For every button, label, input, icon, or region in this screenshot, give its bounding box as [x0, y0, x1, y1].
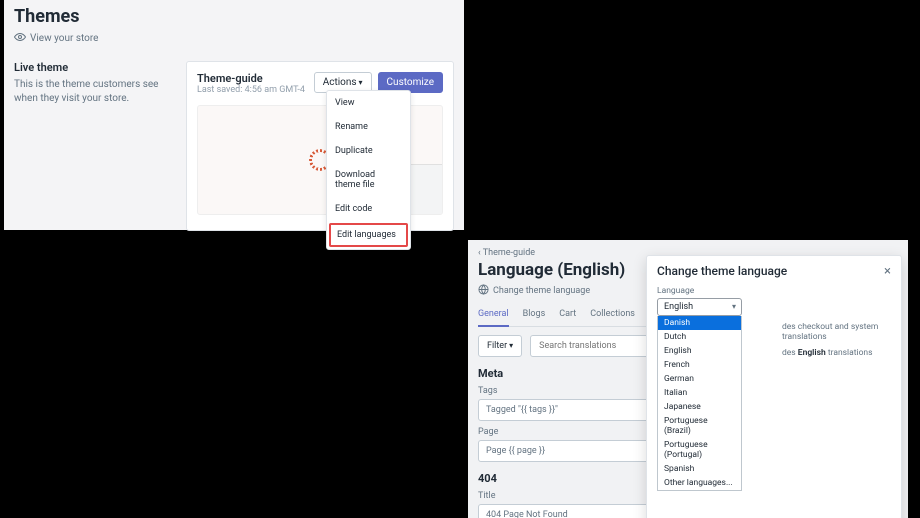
option-english[interactable]: English [658, 344, 741, 358]
theme-name: Theme-guide [197, 72, 305, 85]
language-select[interactable]: English [657, 298, 742, 316]
change-theme-language-label: Change theme language [493, 286, 590, 296]
modal-title: Change theme language [657, 264, 787, 278]
globe-icon [478, 284, 489, 298]
option-pt-br[interactable]: Portuguese (Brazil) [658, 414, 741, 438]
menu-edit-languages[interactable]: Edit languages [329, 223, 408, 247]
option-other[interactable]: Other languages... [658, 476, 741, 490]
menu-view[interactable]: View [327, 91, 410, 115]
eye-icon [14, 31, 26, 46]
view-store-label: View your store [30, 33, 98, 44]
menu-duplicate[interactable]: Duplicate [327, 139, 410, 163]
option-french[interactable]: French [658, 358, 741, 372]
menu-rename[interactable]: Rename [327, 115, 410, 139]
theme-meta: Last saved: 4:56 am GMT-4 [197, 85, 305, 95]
tab-general[interactable]: General [478, 309, 509, 327]
option-danish[interactable]: Danish [658, 316, 741, 330]
filter-button[interactable]: Filter [478, 335, 522, 357]
option-pt-pt[interactable]: Portuguese (Portugal) [658, 438, 741, 462]
change-theme-language-link[interactable]: Change theme language [478, 284, 590, 298]
option-japanese[interactable]: Japanese [658, 400, 741, 414]
view-store-link[interactable]: View your store [14, 31, 98, 46]
note-checkout: des checkout and system translations [782, 322, 891, 342]
tab-cart[interactable]: Cart [559, 309, 576, 326]
actions-dropdown: View Rename Duplicate Download theme fil… [326, 90, 411, 250]
option-german[interactable]: German [658, 372, 741, 386]
option-spanish[interactable]: Spanish [658, 462, 741, 476]
close-icon[interactable]: × [884, 265, 891, 278]
theme-card: Theme-guide Last saved: 4:56 am GMT-4 Ac… [186, 61, 454, 231]
menu-edit-code[interactable]: Edit code [327, 197, 410, 221]
menu-download[interactable]: Download theme file [327, 163, 410, 197]
live-theme-desc: This is the theme customers see when the… [14, 78, 174, 105]
live-theme-heading: Live theme [14, 61, 174, 74]
language-dropdown: Danish Dutch English French German Itali… [657, 316, 742, 491]
language-label: Language [657, 286, 891, 296]
tab-blogs[interactable]: Blogs [523, 309, 546, 326]
option-italian[interactable]: Italian [658, 386, 741, 400]
note-english: des English translations [782, 348, 891, 358]
option-dutch[interactable]: Dutch [658, 330, 741, 344]
change-language-modal: Change theme language × Language English… [646, 255, 902, 518]
tab-collections[interactable]: Collections [590, 309, 635, 326]
page-title: Themes [14, 6, 454, 27]
